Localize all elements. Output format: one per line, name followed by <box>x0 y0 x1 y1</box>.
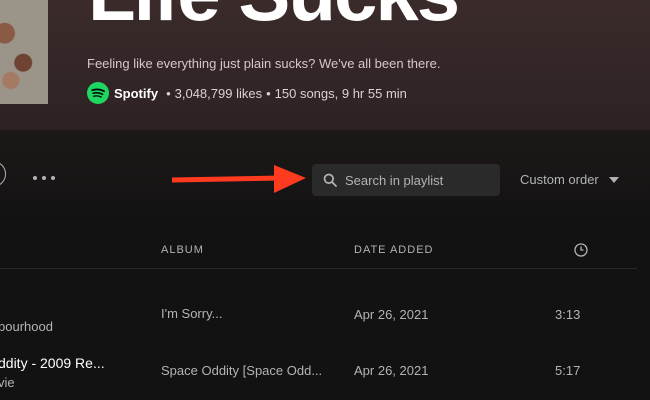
more-dot-icon <box>51 176 55 180</box>
playlist-description: Feeling like everything just plain sucks… <box>87 56 441 71</box>
column-header-date-added[interactable]: DATE ADDED <box>354 244 433 256</box>
track-duration: 5:17 <box>555 363 581 378</box>
playlist-meta: Spotify • 3,048,799 likes • 150 songs, 9… <box>87 82 407 104</box>
header-divider <box>0 268 637 269</box>
meta-separator: • <box>166 85 171 101</box>
meta-separator: • <box>266 85 271 101</box>
track-artist[interactable]: vie <box>0 375 15 390</box>
annotation-arrow <box>172 165 306 193</box>
clock-icon[interactable] <box>574 243 588 257</box>
playlist-cover[interactable] <box>0 0 48 104</box>
track-artist[interactable]: bourhood <box>0 319 53 334</box>
track-date-added: Apr 26, 2021 <box>354 363 429 378</box>
track-album[interactable]: Space Oddity [Space Odd... <box>161 363 322 378</box>
search-icon <box>323 173 337 187</box>
songs-duration: 150 songs, 9 hr 55 min <box>274 85 407 101</box>
track-title[interactable]: ddity - 2009 Re... <box>0 355 105 371</box>
column-header-album[interactable]: ALBUM <box>161 244 204 256</box>
search-in-playlist-input[interactable]: Search in playlist <box>312 164 500 196</box>
track-duration: 3:13 <box>555 307 581 322</box>
track-date-added: Apr 26, 2021 <box>354 307 429 322</box>
sort-order-label: Custom order <box>520 172 599 187</box>
playlist-title: Life Sucks <box>88 0 460 39</box>
caret-down-icon <box>608 176 619 183</box>
likes-count: 3,048,799 likes <box>174 85 263 101</box>
more-dot-icon <box>33 176 37 180</box>
sort-order-dropdown[interactable]: Custom order <box>520 172 619 187</box>
spotify-logo[interactable] <box>87 82 109 104</box>
more-options-button[interactable] <box>33 170 61 186</box>
playlist-owner-link[interactable]: Spotify <box>114 86 158 101</box>
search-placeholder: Search in playlist <box>345 172 444 188</box>
more-dot-icon <box>42 176 46 180</box>
track-album[interactable]: I'm Sorry... <box>161 306 222 321</box>
